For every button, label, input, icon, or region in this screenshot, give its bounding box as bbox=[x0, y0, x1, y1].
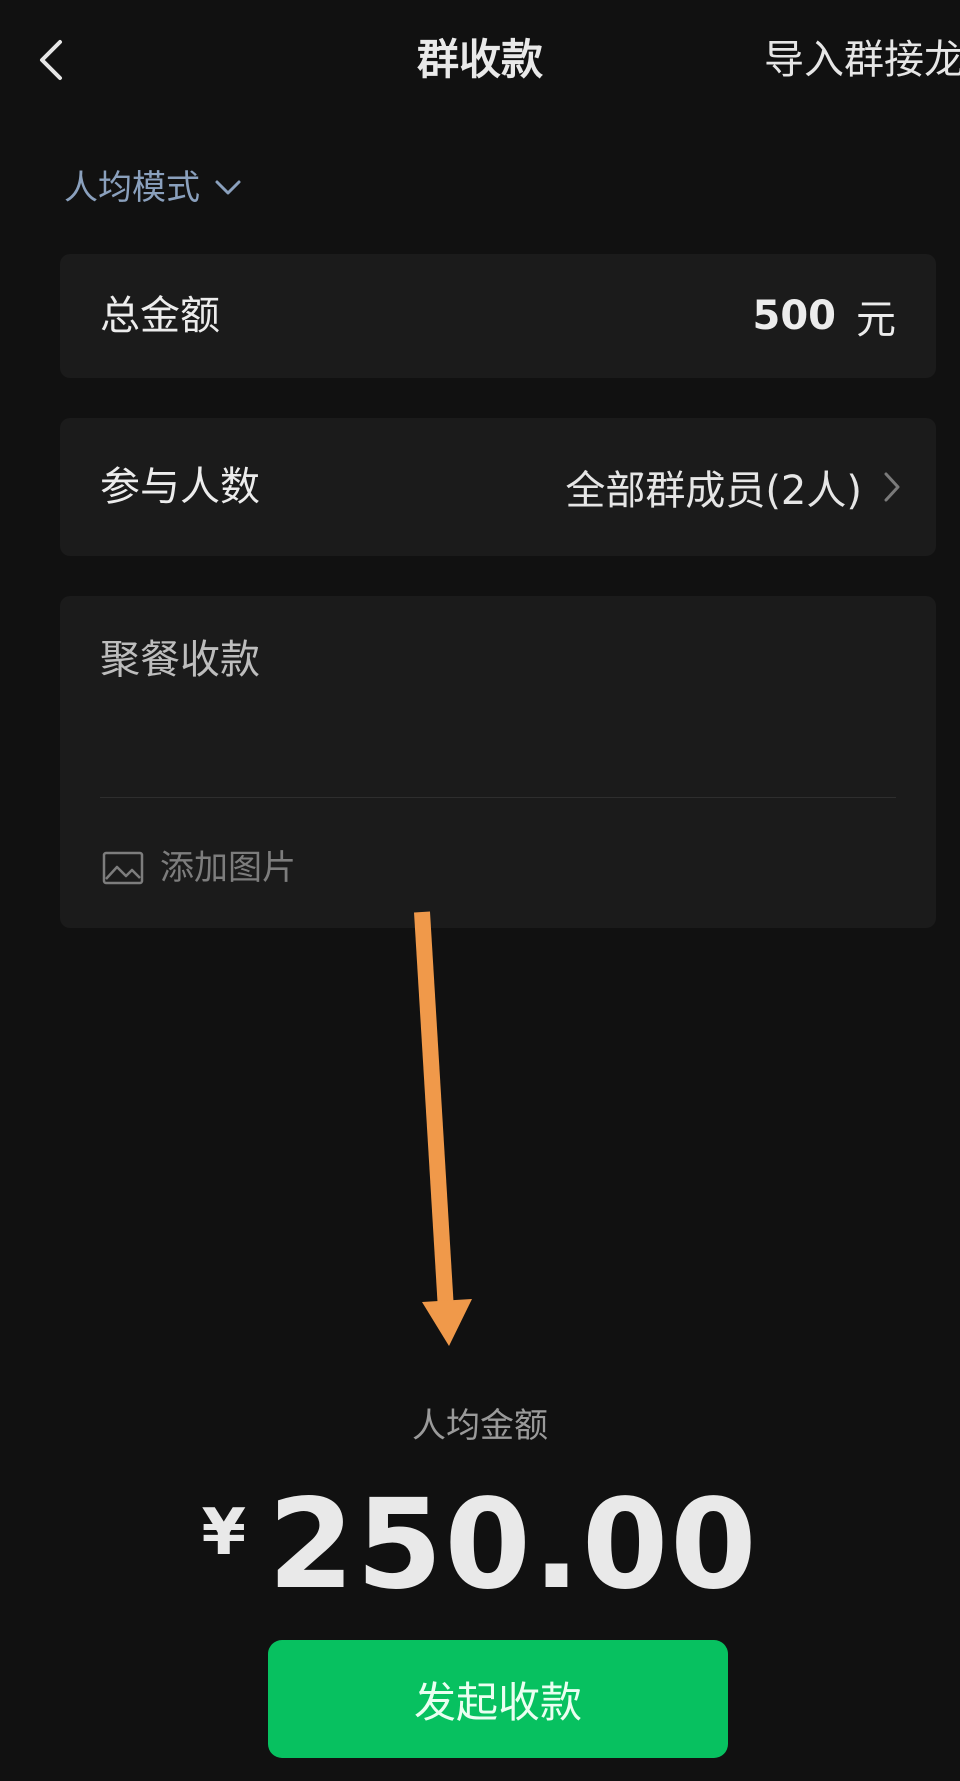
participants-value: 全部群成员(2人) bbox=[565, 468, 862, 514]
per-person-amount: ¥ 250.00 bbox=[0, 1470, 960, 1620]
image-icon bbox=[102, 851, 144, 885]
total-amount-label: 总金额 bbox=[100, 293, 220, 339]
total-amount-unit: 元 bbox=[856, 297, 896, 343]
import-group-solitaire-link[interactable]: 导入群接龙 bbox=[764, 28, 960, 92]
mode-label: 人均模式 bbox=[64, 168, 200, 208]
total-amount-input[interactable]: 500 bbox=[753, 293, 837, 339]
mode-selector[interactable]: 人均模式 bbox=[64, 160, 242, 216]
per-person-amount-value: 250.00 bbox=[268, 1473, 759, 1617]
add-image-label: 添加图片 bbox=[160, 848, 296, 888]
total-amount-row[interactable]: 总金额 500 元 bbox=[60, 254, 936, 378]
chevron-right-icon bbox=[884, 472, 900, 502]
annotation-arrow-shaft bbox=[414, 911, 454, 1311]
total-amount-value-group: 500 元 bbox=[753, 254, 897, 378]
participants-selector[interactable]: 全部群成员(2人) bbox=[565, 418, 902, 556]
per-person-label: 人均金额 bbox=[412, 1406, 548, 1446]
note-input[interactable]: 聚餐收款 bbox=[100, 630, 260, 690]
participants-label: 参与人数 bbox=[100, 464, 260, 510]
participants-row[interactable]: 参与人数 全部群成员(2人) bbox=[60, 418, 936, 556]
currency-symbol: ¥ bbox=[201, 1496, 246, 1570]
chevron-down-icon bbox=[215, 180, 241, 195]
note-divider bbox=[100, 797, 896, 798]
note-card: 聚餐收款 添加图片 bbox=[60, 596, 936, 928]
start-collection-button[interactable]: 发起收款 bbox=[268, 1640, 728, 1758]
add-image-button[interactable]: 添加图片 bbox=[102, 836, 296, 900]
annotation-arrow-head bbox=[422, 1299, 472, 1346]
